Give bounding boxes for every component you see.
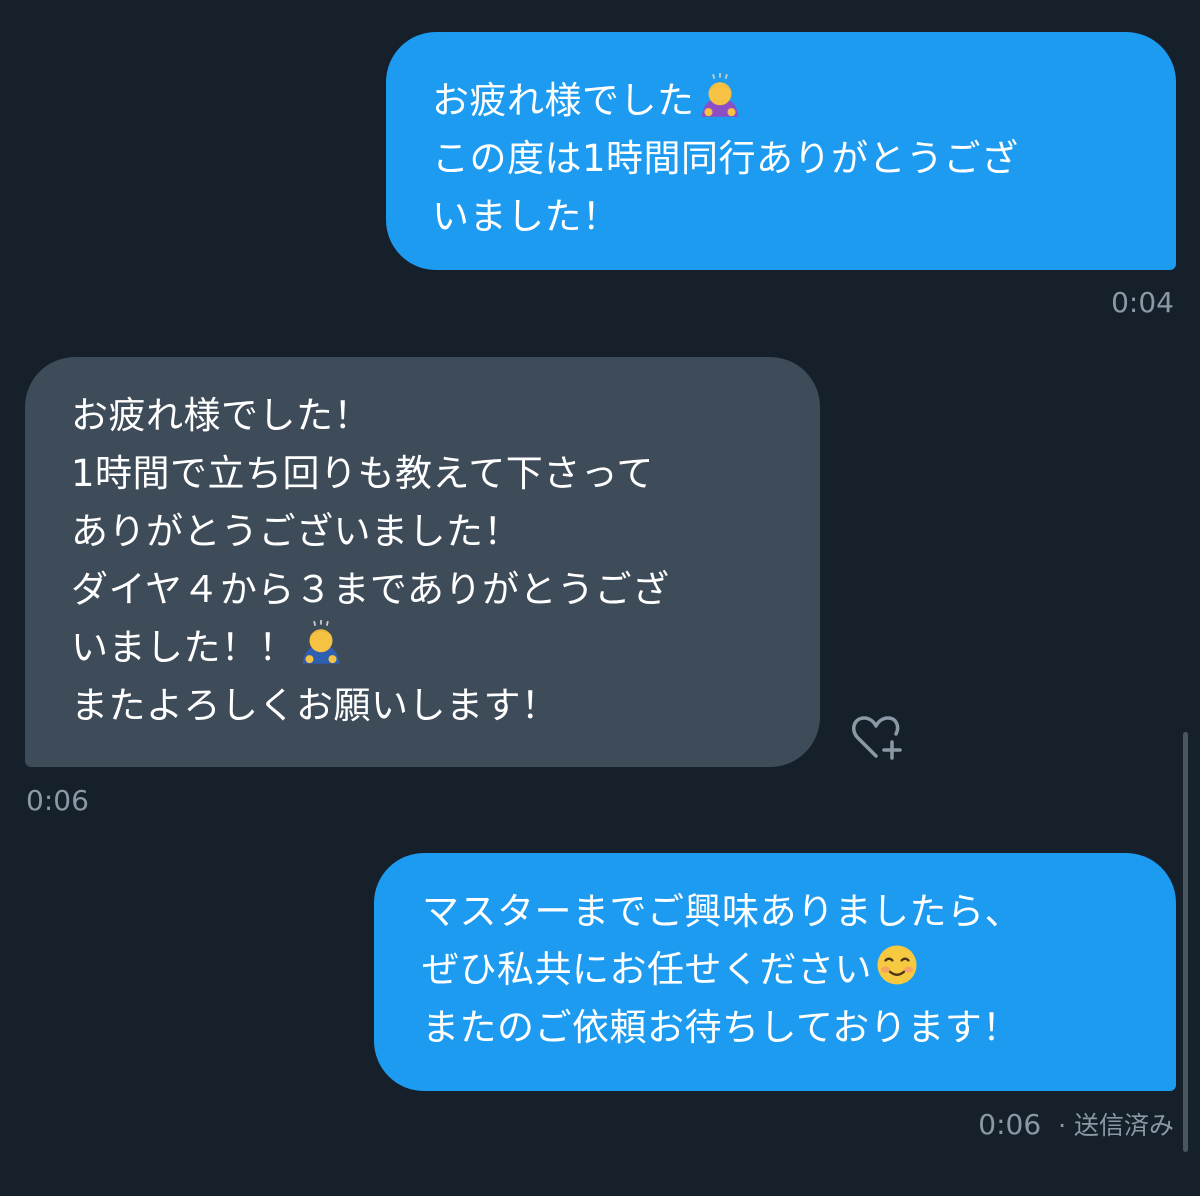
message-line: またのご依頼お待ちしております！ bbox=[422, 1006, 1020, 1049]
message-line: いました！！ bbox=[71, 619, 780, 677]
message-line: またよろしくお願いします！ bbox=[71, 684, 559, 727]
message-line: ダイヤ４から３までありがとうござ bbox=[71, 568, 670, 611]
outgoing-message-bubble[interactable]: お疲れ様でした この度は1時間同行ありがとうござ いました！ bbox=[386, 32, 1176, 270]
message-line: マスターまでご興味ありましたら、 bbox=[422, 890, 1022, 933]
person-bowing-emoji bbox=[302, 620, 340, 664]
person-bowing-emoji bbox=[701, 73, 738, 117]
message-line: 1時間で立ち回りも教えて下さって bbox=[71, 452, 654, 495]
message-time: 0:06 bbox=[978, 1108, 1042, 1141]
smiling-face-emoji bbox=[877, 945, 917, 985]
add-reaction-button[interactable] bbox=[846, 708, 910, 768]
message-line: お疲れ様でした bbox=[432, 72, 1132, 130]
message-line: お疲れ様でした！ bbox=[71, 394, 371, 437]
message-line: ありがとうございました！ bbox=[71, 510, 521, 553]
outgoing-message-bubble[interactable]: マスターまでご興味ありましたら、 ぜひ私共にお任せください またのご依頼お待ちし… bbox=[374, 853, 1176, 1091]
message-timestamp: 0:04 bbox=[1111, 286, 1174, 319]
message-timestamp: 0:06 bbox=[26, 784, 89, 817]
message-line: この度は1時間同行ありがとうござ bbox=[432, 137, 1019, 180]
incoming-message-bubble[interactable]: お疲れ様でした！ 1時間で立ち回りも教えて下さって ありがとうございました！ ダ… bbox=[25, 357, 820, 767]
message-line: いました！ bbox=[432, 195, 620, 238]
message-line: ぜひ私共にお任せください bbox=[422, 941, 1136, 999]
scrollbar[interactable] bbox=[1183, 732, 1188, 1152]
sent-status: · 送信済み bbox=[1058, 1111, 1174, 1140]
heart-plus-icon bbox=[852, 716, 902, 760]
message-timestamp: 0:06 · 送信済み bbox=[978, 1108, 1174, 1143]
